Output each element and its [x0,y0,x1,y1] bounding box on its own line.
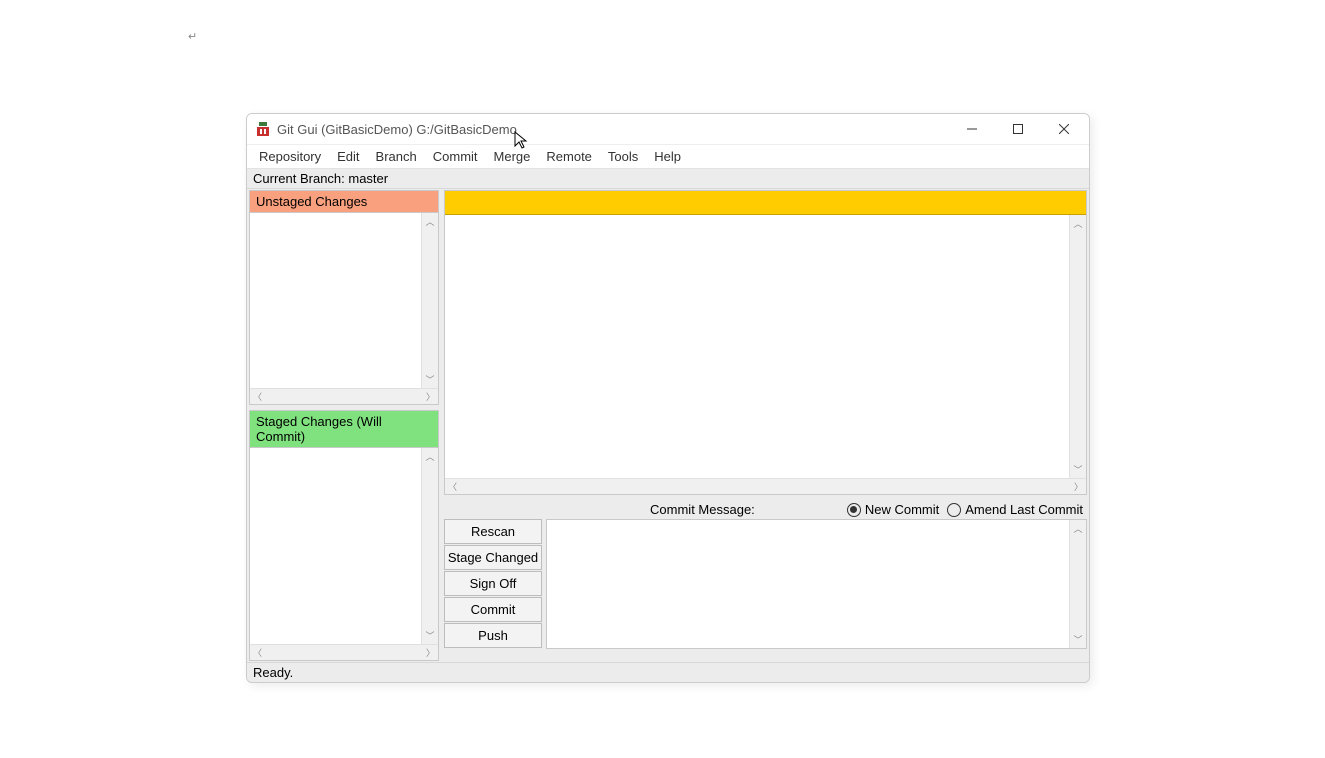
sign-off-button[interactable]: Sign Off [444,571,542,596]
radio-unchecked-icon [947,503,961,517]
commit-msg-vscroll[interactable]: ︿ ﹀ [1069,520,1086,648]
titlebar: Git Gui (GitBasicDemo) G:/GitBasicDemo [247,114,1089,145]
scroll-up-icon: ︿ [425,450,434,463]
stage-changed-button[interactable]: Stage Changed [444,545,542,570]
diff-hscroll[interactable]: 〈 〉 [445,478,1086,494]
right-column: ︿ ﹀ 〈 〉 Commit Message: New Commit [444,190,1087,661]
radio-amend-label: Amend Last Commit [965,502,1083,517]
commit-top-row: Commit Message: New Commit Amend Last Co… [444,500,1087,519]
staged-panel: Staged Changes (Will Commit) ︿ ﹀ 〈 〉 [249,410,439,661]
menu-help[interactable]: Help [646,147,689,166]
scroll-right-icon: 〉 [426,390,435,403]
menu-branch[interactable]: Branch [368,147,425,166]
unstaged-vscroll[interactable]: ︿ ﹀ [421,213,438,388]
scroll-down-icon: ﹀ [1073,633,1082,646]
staged-header: Staged Changes (Will Commit) [250,411,438,448]
menu-remote[interactable]: Remote [538,147,600,166]
window-controls [949,114,1087,144]
scroll-down-icon: ﹀ [1073,463,1082,476]
scroll-up-icon: ︿ [425,215,434,228]
scroll-down-icon: ﹀ [425,373,434,386]
unstaged-header: Unstaged Changes [250,191,438,213]
menu-merge[interactable]: Merge [486,147,539,166]
commit-type-radios: New Commit Amend Last Commit [847,502,1083,517]
scroll-up-icon: ︿ [1073,522,1082,535]
unstaged-hscroll[interactable]: 〈 〉 [250,388,438,404]
radio-new-commit[interactable]: New Commit [847,502,939,517]
radio-amend-commit[interactable]: Amend Last Commit [947,502,1083,517]
statusbar: Ready. [247,662,1089,682]
radio-new-label: New Commit [865,502,939,517]
scroll-up-icon: ︿ [1073,217,1082,230]
action-buttons: Rescan Stage Changed Sign Off Commit Pus… [444,519,542,649]
commit-lower: Rescan Stage Changed Sign Off Commit Pus… [444,519,1087,649]
diff-header [445,191,1086,215]
commit-message-label: Commit Message: [448,502,837,517]
minimize-button[interactable] [949,114,995,144]
staged-vscroll[interactable]: ︿ ﹀ [421,448,438,644]
close-button[interactable] [1041,114,1087,144]
unstaged-list[interactable] [250,213,421,388]
scroll-left-icon: 〈 [448,480,457,493]
body-area: Unstaged Changes ︿ ﹀ 〈 〉 Staged Changes … [247,189,1089,662]
maximize-button[interactable] [995,114,1041,144]
menu-commit[interactable]: Commit [425,147,486,166]
rescan-button[interactable]: Rescan [444,519,542,544]
commit-area: Commit Message: New Commit Amend Last Co… [444,500,1087,649]
menu-tools[interactable]: Tools [600,147,646,166]
scroll-left-icon: 〈 [253,390,262,403]
diff-body: ︿ ﹀ [445,215,1086,478]
unstaged-panel: Unstaged Changes ︿ ﹀ 〈 〉 [249,190,439,405]
scroll-right-icon: 〉 [1074,480,1083,493]
commit-button[interactable]: Commit [444,597,542,622]
staged-list[interactable] [250,448,421,644]
staged-body: ︿ ﹀ [250,448,438,644]
radio-checked-icon [847,503,861,517]
stray-character: ↵ [188,30,197,43]
menubar: Repository Edit Branch Commit Merge Remo… [247,145,1089,169]
diff-panel: ︿ ﹀ 〈 〉 [444,190,1087,495]
staged-hscroll[interactable]: 〈 〉 [250,644,438,660]
scroll-down-icon: ﹀ [425,629,434,642]
diff-content[interactable] [445,215,1069,478]
left-column: Unstaged Changes ︿ ﹀ 〈 〉 Staged Changes … [249,190,439,661]
diff-vscroll[interactable]: ︿ ﹀ [1069,215,1086,478]
push-button[interactable]: Push [444,623,542,648]
window-title: Git Gui (GitBasicDemo) G:/GitBasicDemo [271,122,949,137]
current-branch-bar: Current Branch: master [247,169,1089,189]
menu-edit[interactable]: Edit [329,147,367,166]
commit-message-wrap: ︿ ﹀ [546,519,1087,649]
scroll-right-icon: 〉 [426,646,435,659]
app-icon [255,121,271,137]
commit-message-input[interactable] [547,520,1069,648]
git-gui-window: Git Gui (GitBasicDemo) G:/GitBasicDemo R… [246,113,1090,683]
scroll-left-icon: 〈 [253,646,262,659]
menu-repository[interactable]: Repository [251,147,329,166]
unstaged-body: ︿ ﹀ [250,213,438,388]
